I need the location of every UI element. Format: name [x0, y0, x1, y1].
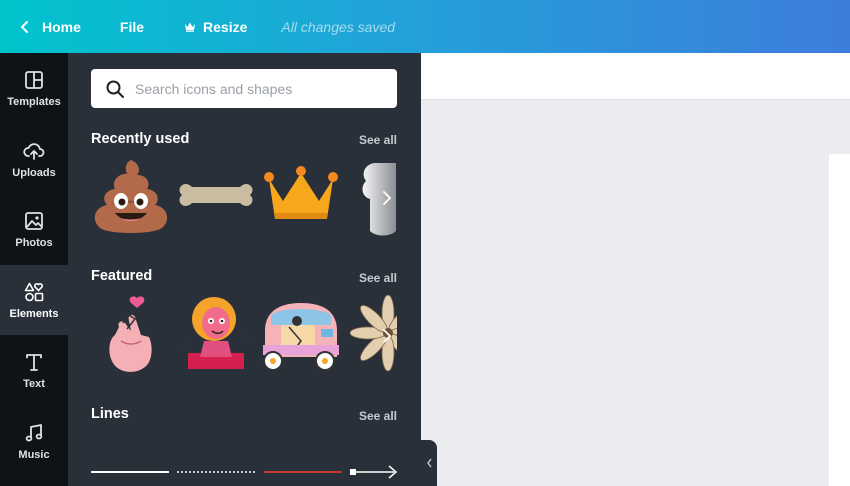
music-note-icon — [25, 423, 43, 441]
file-label: File — [119, 18, 145, 35]
design-page[interactable] — [829, 154, 850, 486]
rail-item-text[interactable]: Text — [0, 335, 68, 405]
photo-icon — [25, 211, 43, 230]
canvas-toolbar — [421, 53, 850, 100]
rail-item-label: Elements — [9, 307, 59, 320]
upload-cloud-icon — [23, 142, 45, 160]
rail-item-label: Text — [23, 377, 45, 390]
tuk-tuk-graphic — [263, 303, 339, 371]
collapse-panel-button[interactable] — [421, 440, 437, 486]
resize-button[interactable]: Resize — [184, 0, 247, 53]
heart-hand-graphic — [109, 296, 152, 372]
home-label: Home — [42, 18, 81, 35]
chevron-right-icon — [383, 191, 392, 205]
section-title-recently-used: Recently used — [91, 131, 190, 147]
recently-used-row — [91, 157, 397, 239]
rail-item-uploads[interactable]: Uploads — [0, 124, 68, 194]
shapes-icon — [24, 282, 44, 301]
chevron-left-icon — [21, 20, 28, 33]
top-bar: Home File Resize All changes saved — [0, 0, 850, 53]
arrow-line-element[interactable] — [350, 465, 398, 479]
section-title-featured: Featured — [91, 268, 153, 284]
chevron-right-icon — [383, 329, 392, 343]
rail-item-label: Music — [18, 448, 50, 461]
crown-graphic — [264, 166, 338, 219]
girl-illustration-graphic — [182, 297, 250, 369]
featured-next-button[interactable] — [375, 316, 399, 356]
crown-element[interactable] — [261, 157, 341, 239]
recently-used-next-button[interactable] — [375, 178, 399, 218]
rail-item-music[interactable]: Music — [0, 406, 68, 476]
file-menu-button[interactable]: File — [120, 0, 144, 53]
see-all-lines[interactable]: See all — [359, 409, 397, 423]
chevron-left-icon — [426, 458, 432, 468]
rail-item-templates[interactable]: Templates — [0, 53, 68, 123]
rail-item-elements[interactable]: Elements — [0, 265, 68, 335]
text-icon — [26, 353, 42, 371]
search-input[interactable] — [135, 80, 375, 97]
poop-emoji-graphic — [94, 160, 168, 233]
save-status: All changes saved — [281, 18, 396, 35]
elements-panel: Recently used See all — [68, 53, 421, 486]
see-all-recently-used[interactable]: See all — [359, 133, 397, 147]
rail-item-photos[interactable]: Photos — [0, 194, 68, 264]
crown-icon — [185, 22, 196, 32]
poop-emoji-element[interactable] — [91, 157, 171, 239]
bone-graphic — [179, 184, 253, 206]
featured-row — [91, 295, 397, 377]
heart-hand-element[interactable] — [91, 295, 171, 377]
section-title-lines: Lines — [91, 406, 129, 422]
girl-illustration-element[interactable] — [176, 295, 256, 377]
bone-element[interactable] — [176, 157, 256, 239]
home-button[interactable]: Home — [18, 0, 81, 53]
rail-item-label: Templates — [7, 95, 61, 108]
tuk-tuk-element[interactable] — [261, 295, 341, 377]
templates-icon — [25, 70, 43, 89]
see-all-featured[interactable]: See all — [359, 271, 397, 285]
rail-item-label: Photos — [15, 236, 53, 249]
search-box[interactable] — [91, 69, 397, 108]
left-rail: Templates Uploads Photos Elements Text M… — [0, 53, 68, 486]
search-icon — [106, 80, 124, 98]
lines-row — [91, 465, 398, 479]
rail-item-label: Uploads — [12, 166, 56, 179]
resize-label: Resize — [203, 18, 248, 35]
